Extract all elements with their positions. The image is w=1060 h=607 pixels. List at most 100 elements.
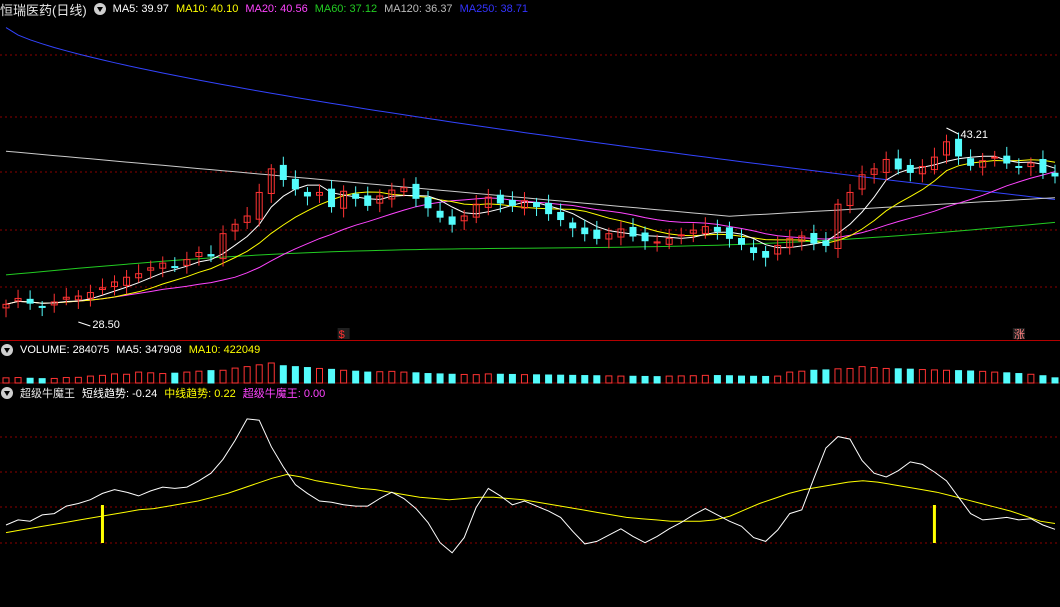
volume-bar bbox=[870, 367, 878, 384]
candle-body bbox=[750, 247, 758, 254]
volume-bar bbox=[279, 365, 287, 384]
candle-body bbox=[822, 240, 830, 246]
volume-bar bbox=[315, 367, 323, 384]
volume-bar bbox=[653, 376, 661, 384]
volume-bar bbox=[979, 370, 987, 384]
volume-bar bbox=[111, 373, 119, 384]
volume-bar bbox=[1051, 377, 1059, 384]
volume-bar bbox=[267, 362, 275, 384]
volume-bar bbox=[738, 375, 746, 384]
volume-bar bbox=[340, 369, 348, 384]
volume-bar bbox=[930, 369, 938, 384]
volume-bar bbox=[629, 375, 637, 384]
volume-bar bbox=[508, 373, 516, 384]
volume-bar bbox=[219, 369, 227, 384]
volume-bar bbox=[207, 370, 215, 384]
volume-bar bbox=[520, 374, 528, 384]
high-marker bbox=[946, 127, 959, 135]
volume-bar bbox=[750, 375, 758, 384]
volume-bar bbox=[665, 375, 673, 384]
signal-bar bbox=[932, 505, 936, 543]
volume-bar bbox=[352, 370, 360, 384]
candle-body bbox=[810, 232, 818, 244]
candle-body bbox=[641, 232, 649, 242]
volume-bar bbox=[2, 377, 10, 384]
volume-bar bbox=[195, 370, 203, 384]
candle-body bbox=[364, 195, 372, 206]
volume-bar bbox=[533, 374, 541, 384]
volume-bar bbox=[834, 368, 842, 384]
candle-body bbox=[1015, 165, 1023, 168]
candle-body bbox=[738, 237, 746, 245]
volume-bar bbox=[1003, 372, 1011, 384]
volume-bar bbox=[641, 375, 649, 384]
ma20-line bbox=[5, 171, 1056, 305]
volume-bar bbox=[701, 374, 709, 384]
volume-bar bbox=[581, 375, 589, 384]
volume-bar bbox=[689, 375, 697, 384]
volume-bar bbox=[376, 371, 384, 384]
volume-bar bbox=[1015, 373, 1023, 384]
volume-bar bbox=[496, 373, 504, 384]
volume-bar bbox=[991, 371, 999, 384]
volume-bar bbox=[460, 373, 468, 384]
candle-body bbox=[725, 227, 733, 239]
volume-bar bbox=[677, 375, 685, 384]
volume-bar bbox=[86, 375, 94, 384]
volume-bar bbox=[364, 371, 372, 384]
volume-bar bbox=[894, 368, 902, 384]
volume-bar bbox=[147, 372, 155, 384]
volume-bar bbox=[448, 373, 456, 384]
candle-body bbox=[291, 178, 299, 190]
candle-body bbox=[412, 183, 420, 199]
volume-bar bbox=[569, 374, 577, 384]
volume-bar bbox=[38, 378, 46, 384]
candle-body bbox=[1051, 172, 1059, 177]
volume-bar bbox=[123, 373, 131, 384]
volume-bar bbox=[231, 367, 239, 384]
volume-bar bbox=[725, 375, 733, 384]
marker-zhang: 涨 bbox=[1014, 328, 1025, 341]
volume-bar bbox=[328, 368, 336, 384]
candle-body bbox=[448, 216, 456, 225]
candle-body bbox=[713, 226, 721, 232]
volume-bar bbox=[388, 370, 396, 384]
volume-bar bbox=[26, 377, 34, 384]
candle-body bbox=[545, 202, 553, 215]
volume-bar bbox=[593, 375, 601, 384]
low-marker bbox=[78, 321, 91, 327]
stock-chart-canvas[interactable]: 43.2128.50$涨财 bbox=[0, 0, 1060, 607]
volume-bar bbox=[472, 374, 480, 384]
candle-body bbox=[569, 222, 577, 229]
volume-bar bbox=[967, 370, 975, 384]
volume-bar bbox=[171, 372, 179, 384]
candle-body bbox=[906, 164, 914, 173]
candle-body bbox=[279, 164, 287, 180]
volume-bar bbox=[303, 367, 311, 384]
low-label: 28.50 bbox=[92, 319, 120, 331]
signal-bar bbox=[100, 505, 104, 543]
volume-bar bbox=[14, 377, 22, 384]
candle-body bbox=[424, 197, 432, 209]
candle-body bbox=[352, 193, 360, 199]
volume-bar bbox=[713, 375, 721, 384]
candle-body bbox=[557, 211, 565, 221]
volume-bar bbox=[400, 371, 408, 384]
candle-body bbox=[1039, 158, 1047, 173]
candle-body bbox=[967, 158, 975, 166]
volume-bar bbox=[810, 369, 818, 384]
volume-bar bbox=[955, 370, 963, 384]
volume-bar bbox=[74, 376, 82, 384]
high-label: 43.21 bbox=[960, 129, 988, 141]
volume-bar bbox=[918, 369, 926, 384]
candle-body bbox=[303, 191, 311, 197]
candle-body bbox=[496, 194, 504, 204]
volume-bar bbox=[255, 364, 263, 384]
volume-bar bbox=[605, 375, 613, 384]
candle-body bbox=[629, 226, 637, 237]
volume-bar bbox=[98, 374, 106, 384]
candle-body bbox=[533, 202, 541, 208]
candle-body bbox=[991, 156, 999, 159]
volume-bar bbox=[822, 369, 830, 384]
candle-body bbox=[1003, 155, 1011, 164]
